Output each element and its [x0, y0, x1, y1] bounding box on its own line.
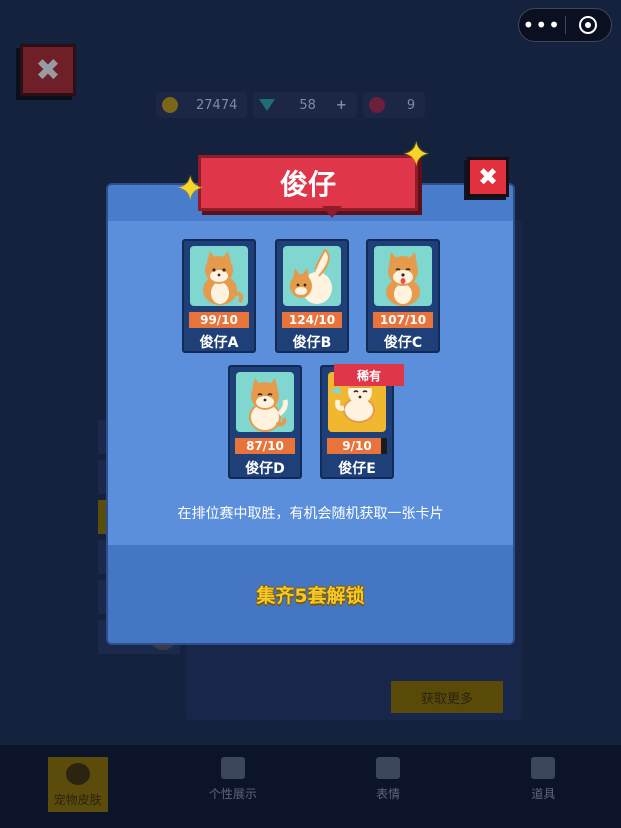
title-ribbon: 俊仔 — [198, 155, 418, 211]
rare-badge: 稀有 — [334, 364, 404, 386]
ribbon-tail — [322, 206, 342, 218]
card-collection-modal: 99/10 俊仔A 124/10 俊仔B 107/10 俊仔C 87/10 俊仔… — [106, 183, 515, 645]
more-button[interactable]: ••• — [519, 9, 565, 41]
diamond-counter: 58 + — [253, 92, 357, 118]
card-b-progress: 124/10 — [282, 312, 342, 328]
coin-value: 27474 — [196, 97, 238, 113]
shiba-sitting-icon — [190, 246, 248, 306]
card-e-progress: 9/10 — [327, 438, 387, 454]
nav-personal-display: 个性展示 — [155, 745, 310, 828]
ticket-value: 9 — [406, 97, 416, 113]
shiba-tongue-icon — [374, 246, 432, 306]
card-a[interactable]: 99/10 俊仔A — [182, 239, 256, 353]
currency-bar: 27474 58 + 9 — [156, 92, 426, 118]
speech-bubble-icon — [376, 757, 401, 779]
pet-face-icon — [65, 763, 90, 785]
diamond-value: 58 — [299, 97, 316, 113]
modal-footer: 集齐5套解锁 — [108, 545, 513, 643]
nav-items: 道具 — [466, 745, 621, 828]
shiba-wave-icon — [236, 372, 294, 432]
ticket-icon — [368, 97, 385, 113]
card-a-progress: 99/10 — [189, 312, 249, 328]
modal-close-button[interactable]: ✖ — [467, 157, 509, 197]
get-more-button: 获取更多 — [391, 681, 503, 713]
shiba-back-icon — [283, 246, 341, 306]
unlock-condition: 集齐5套解锁 — [256, 584, 365, 607]
nav-pet-skin: 宠物皮肤 — [0, 745, 155, 828]
card-c-progress: 107/10 — [373, 312, 433, 328]
coin-counter: 27474 — [156, 92, 248, 118]
exit-button[interactable] — [566, 9, 612, 41]
nav-pet-skin-box: 宠物皮肤 — [47, 757, 108, 812]
card-d[interactable]: 87/10 俊仔D — [228, 365, 302, 479]
card-a-name: 俊仔A — [199, 335, 239, 351]
bottom-nav: 宠物皮肤 个性展示 表情 道具 — [0, 745, 621, 828]
card-b[interactable]: 124/10 俊仔B — [275, 239, 349, 353]
card-c[interactable]: 107/10 俊仔C — [366, 239, 440, 353]
card-d-name: 俊仔D — [245, 461, 285, 477]
miniprogram-capsule: ••• — [518, 8, 612, 42]
modal-title: 俊仔 — [279, 168, 336, 201]
card-e-name: 俊仔E — [338, 461, 376, 477]
sparkle-star-icon: ✦ — [176, 169, 205, 209]
card-icon — [531, 757, 556, 779]
more-dots-icon: ••• — [522, 13, 561, 37]
record-target-icon — [579, 16, 598, 34]
card-b-name: 俊仔B — [292, 335, 332, 351]
hint-text: 在排位赛中取胜，有机会随机获取一张卡片 — [177, 506, 444, 522]
tshirt-icon — [220, 757, 245, 779]
ticket-counter: 9 — [362, 92, 426, 118]
coin-icon — [162, 97, 178, 113]
add-diamond-button: + — [335, 97, 347, 113]
close-x-icon: ✖ — [477, 163, 499, 191]
close-x-icon: ✖ — [35, 52, 61, 88]
diamond-icon — [259, 99, 276, 111]
card-d-progress: 87/10 — [235, 438, 295, 454]
background-close-button: ✖ — [20, 44, 76, 96]
nav-emotes: 表情 — [311, 745, 466, 828]
card-c-name: 俊仔C — [383, 335, 423, 351]
sparkle-star-icon: ✦ — [402, 135, 431, 175]
